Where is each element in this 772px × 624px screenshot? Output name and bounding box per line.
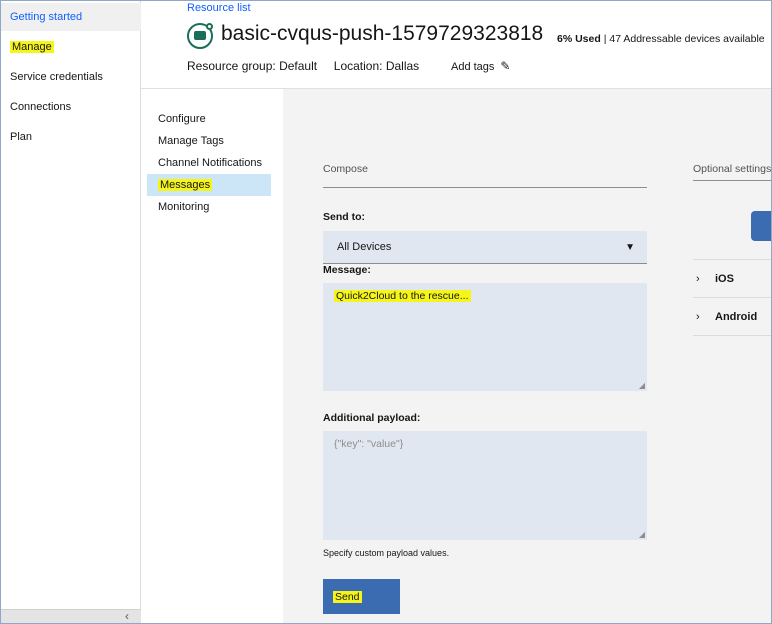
sub-nav-label: Channel Notifications bbox=[158, 157, 262, 169]
nav-item-getting-started[interactable]: Getting started bbox=[1, 3, 141, 31]
accordion-divider bbox=[693, 335, 771, 336]
nav-item-service-credentials[interactable]: Service credentials bbox=[1, 63, 141, 91]
resize-handle-icon[interactable]: ◢ bbox=[639, 530, 645, 539]
compose-panel: Compose Send to: All Devices ▼ Message: … bbox=[283, 89, 772, 623]
payload-helper-text: Specify custom payload values. bbox=[323, 548, 450, 558]
usage-separator: | bbox=[603, 33, 607, 45]
accordion-android[interactable]: › Android bbox=[693, 297, 771, 335]
payload-textarea[interactable]: {"key": "value"} ◢ bbox=[323, 431, 647, 540]
sub-nav-label: Configure bbox=[158, 113, 206, 125]
nav-footer: ‹ bbox=[1, 609, 141, 623]
send-to-value: All Devices bbox=[337, 241, 392, 253]
chevron-right-icon: › bbox=[696, 273, 700, 285]
chevron-left-icon[interactable]: ‹ bbox=[125, 609, 129, 623]
location-value: Dallas bbox=[385, 59, 420, 73]
sub-nav-label: Monitoring bbox=[158, 201, 210, 213]
sub-nav-monitoring[interactable]: Monitoring bbox=[147, 196, 271, 218]
sub-nav-label: Messages bbox=[158, 179, 213, 191]
nav-item-plan[interactable]: Plan bbox=[1, 123, 141, 151]
sub-nav-manage-tags[interactable]: Manage Tags bbox=[147, 130, 271, 152]
accordion-label: Android bbox=[715, 311, 758, 323]
add-tags-label: Add tags bbox=[451, 61, 495, 73]
pencil-icon: ✎ bbox=[500, 59, 511, 73]
sub-nav-channel-notifications[interactable]: Channel Notifications bbox=[147, 152, 271, 174]
nav-item-label: Manage bbox=[10, 41, 54, 53]
resource-meta: Resource group: Default Location: Dallas bbox=[187, 59, 419, 73]
caret-down-icon: ▼ bbox=[625, 242, 635, 253]
nav-item-label: Plan bbox=[10, 131, 33, 143]
optional-settings-label: Optional settings bbox=[693, 163, 772, 175]
accordion-label: iOS bbox=[715, 273, 734, 285]
payload-label: Additional payload: bbox=[323, 412, 421, 424]
send-button-label: Send bbox=[333, 591, 362, 603]
nav-item-label: Getting started bbox=[10, 11, 83, 23]
nav-item-label: Connections bbox=[10, 101, 72, 113]
breadcrumb[interactable]: Resource list bbox=[187, 2, 251, 14]
resource-group-label: Resource group: bbox=[187, 59, 276, 73]
optional-divider bbox=[693, 180, 771, 181]
resource-group-value: Default bbox=[279, 59, 318, 73]
add-tags-button[interactable]: Add tags ✎ bbox=[451, 59, 510, 73]
push-service-icon bbox=[187, 23, 213, 49]
nav-item-connections[interactable]: Connections bbox=[1, 93, 141, 121]
chevron-right-icon: › bbox=[696, 311, 700, 323]
left-nav: Getting started Manage Service credentia… bbox=[1, 1, 141, 623]
notification-dot-icon bbox=[206, 23, 213, 30]
app-frame: Getting started Manage Service credentia… bbox=[0, 0, 772, 624]
nav-item-manage[interactable]: Manage bbox=[1, 33, 141, 61]
message-label: Message: bbox=[323, 264, 371, 276]
send-to-select[interactable]: All Devices ▼ bbox=[323, 231, 647, 264]
usage-percent: 6% Used bbox=[557, 33, 601, 45]
sub-nav-messages[interactable]: Messages bbox=[147, 174, 271, 196]
send-button[interactable]: Send bbox=[323, 579, 400, 614]
resize-handle-icon[interactable]: ◢ bbox=[639, 381, 645, 390]
usage-devices: 47 Addressable devices available bbox=[609, 33, 765, 45]
location-label: Location: bbox=[333, 59, 383, 73]
sub-nav-label: Manage Tags bbox=[158, 135, 224, 147]
sub-nav-configure[interactable]: Configure bbox=[147, 108, 271, 130]
sub-nav: Configure Manage Tags Channel Notificati… bbox=[141, 89, 283, 623]
usage-summary: 6% Used | 47 Addressable devices availab… bbox=[557, 33, 765, 45]
message-bubble-icon bbox=[194, 31, 206, 40]
page-title: basic-cvqus-push-1579729323818 bbox=[221, 22, 544, 45]
send-to-label: Send to: bbox=[323, 211, 365, 223]
compose-divider bbox=[323, 187, 647, 188]
compose-section-label: Compose bbox=[323, 163, 368, 175]
accordion-ios[interactable]: › iOS bbox=[693, 259, 771, 297]
payload-placeholder: {"key": "value"} bbox=[334, 438, 404, 450]
nav-item-label: Service credentials bbox=[10, 71, 103, 83]
message-value: Quick2Cloud to the rescue... bbox=[334, 290, 471, 302]
message-textarea[interactable]: Quick2Cloud to the rescue... ◢ bbox=[323, 283, 647, 391]
resource-header: Resource list basic-cvqus-push-157972932… bbox=[141, 1, 771, 89]
optional-action-button[interactable] bbox=[751, 211, 771, 241]
